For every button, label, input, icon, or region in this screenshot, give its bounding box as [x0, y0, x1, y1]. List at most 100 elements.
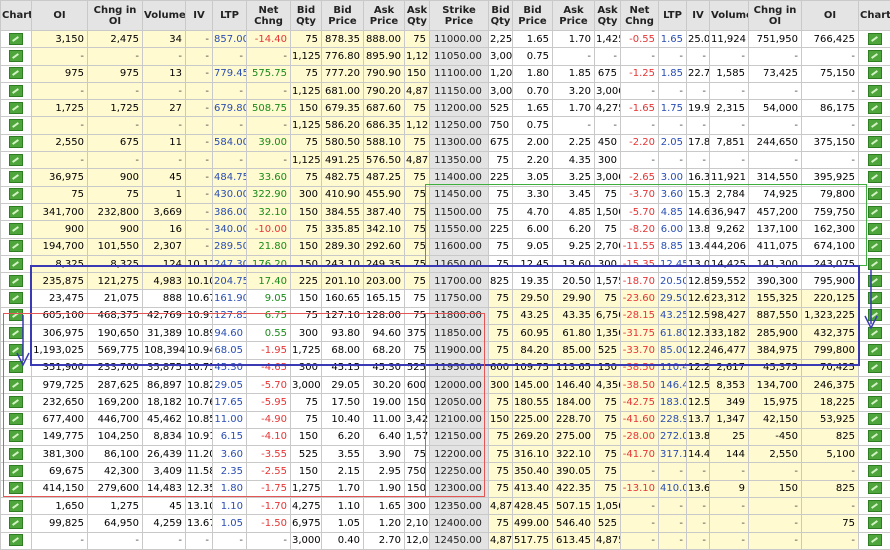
chart-icon[interactable]: [9, 223, 23, 235]
call-chart-cell[interactable]: [1, 152, 32, 169]
chart-icon[interactable]: [868, 482, 882, 494]
call-chart-cell[interactable]: [1, 221, 32, 238]
put-chart-cell[interactable]: [859, 186, 890, 203]
chart-icon[interactable]: [868, 361, 882, 373]
chart-icon[interactable]: [9, 85, 23, 97]
put-chart-cell[interactable]: [859, 221, 890, 238]
put-chart-cell[interactable]: [859, 238, 890, 255]
strike-price[interactable]: 11000.00: [430, 31, 489, 48]
chart-icon[interactable]: [868, 67, 882, 79]
call-chart-cell[interactable]: [1, 134, 32, 151]
chart-icon[interactable]: [9, 33, 23, 45]
chart-icon[interactable]: [868, 136, 882, 148]
strike-price[interactable]: 11750.00: [430, 290, 489, 307]
call-chart-cell[interactable]: [1, 65, 32, 82]
chart-icon[interactable]: [9, 517, 23, 529]
strike-price[interactable]: 11950.00: [430, 359, 489, 376]
chart-icon[interactable]: [9, 119, 23, 131]
chart-icon[interactable]: [9, 102, 23, 114]
chart-icon[interactable]: [868, 309, 882, 321]
chart-icon[interactable]: [9, 67, 23, 79]
strike-price[interactable]: 11300.00: [430, 134, 489, 151]
call-chart-cell[interactable]: [1, 290, 32, 307]
strike-price[interactable]: 11500.00: [430, 203, 489, 220]
put-chart-cell[interactable]: [859, 463, 890, 480]
strike-price[interactable]: 11600.00: [430, 238, 489, 255]
chart-icon[interactable]: [868, 188, 882, 200]
call-chart-cell[interactable]: [1, 117, 32, 134]
chart-icon[interactable]: [9, 309, 23, 321]
chart-icon[interactable]: [9, 275, 23, 287]
chart-icon[interactable]: [9, 188, 23, 200]
call-chart-cell[interactable]: [1, 359, 32, 376]
put-chart-cell[interactable]: [859, 82, 890, 99]
call-chart-cell[interactable]: [1, 169, 32, 186]
strike-price[interactable]: 12400.00: [430, 515, 489, 532]
chart-icon[interactable]: [868, 171, 882, 183]
strike-price[interactable]: 11800.00: [430, 307, 489, 324]
strike-price[interactable]: 11900.00: [430, 342, 489, 359]
chart-icon[interactable]: [9, 154, 23, 166]
chart-icon[interactable]: [868, 33, 882, 45]
put-chart-cell[interactable]: [859, 532, 890, 549]
chart-icon[interactable]: [868, 430, 882, 442]
chart-icon[interactable]: [868, 379, 882, 391]
strike-price[interactable]: 12200.00: [430, 446, 489, 463]
strike-price[interactable]: 11200.00: [430, 100, 489, 117]
call-chart-cell[interactable]: [1, 273, 32, 290]
chart-icon[interactable]: [9, 50, 23, 62]
put-chart-cell[interactable]: [859, 325, 890, 342]
call-chart-cell[interactable]: [1, 428, 32, 445]
chart-icon[interactable]: [9, 327, 23, 339]
strike-price[interactable]: 11550.00: [430, 221, 489, 238]
put-chart-cell[interactable]: [859, 446, 890, 463]
call-chart-cell[interactable]: [1, 463, 32, 480]
put-chart-cell[interactable]: [859, 152, 890, 169]
strike-price[interactable]: 11150.00: [430, 82, 489, 99]
call-chart-cell[interactable]: [1, 394, 32, 411]
strike-price[interactable]: 11450.00: [430, 186, 489, 203]
put-chart-cell[interactable]: [859, 273, 890, 290]
chart-icon[interactable]: [868, 275, 882, 287]
put-chart-cell[interactable]: [859, 498, 890, 515]
put-chart-cell[interactable]: [859, 515, 890, 532]
chart-icon[interactable]: [868, 154, 882, 166]
put-chart-cell[interactable]: [859, 48, 890, 65]
chart-icon[interactable]: [9, 500, 23, 512]
chart-icon[interactable]: [868, 258, 882, 270]
chart-icon[interactable]: [868, 448, 882, 460]
put-chart-cell[interactable]: [859, 255, 890, 272]
chart-icon[interactable]: [868, 85, 882, 97]
chart-icon[interactable]: [868, 102, 882, 114]
strike-price[interactable]: 11650.00: [430, 255, 489, 272]
call-chart-cell[interactable]: [1, 31, 32, 48]
call-chart-cell[interactable]: [1, 255, 32, 272]
strike-price[interactable]: 11400.00: [430, 169, 489, 186]
chart-icon[interactable]: [9, 136, 23, 148]
strike-price[interactable]: 11700.00: [430, 273, 489, 290]
call-chart-cell[interactable]: [1, 186, 32, 203]
chart-icon[interactable]: [9, 534, 23, 546]
chart-icon[interactable]: [9, 292, 23, 304]
chart-icon[interactable]: [868, 517, 882, 529]
chart-icon[interactable]: [9, 344, 23, 356]
chart-icon[interactable]: [9, 482, 23, 494]
chart-icon[interactable]: [9, 240, 23, 252]
chart-icon[interactable]: [868, 534, 882, 546]
put-chart-cell[interactable]: [859, 307, 890, 324]
put-chart-cell[interactable]: [859, 376, 890, 393]
chart-icon[interactable]: [868, 119, 882, 131]
strike-price[interactable]: 12350.00: [430, 498, 489, 515]
put-chart-cell[interactable]: [859, 342, 890, 359]
strike-price[interactable]: 11350.00: [430, 152, 489, 169]
put-chart-cell[interactable]: [859, 203, 890, 220]
call-chart-cell[interactable]: [1, 100, 32, 117]
chart-icon[interactable]: [9, 171, 23, 183]
strike-price[interactable]: 12250.00: [430, 463, 489, 480]
call-chart-cell[interactable]: [1, 376, 32, 393]
call-chart-cell[interactable]: [1, 532, 32, 549]
call-chart-cell[interactable]: [1, 446, 32, 463]
chart-icon[interactable]: [868, 292, 882, 304]
chart-icon[interactable]: [9, 206, 23, 218]
put-chart-cell[interactable]: [859, 31, 890, 48]
